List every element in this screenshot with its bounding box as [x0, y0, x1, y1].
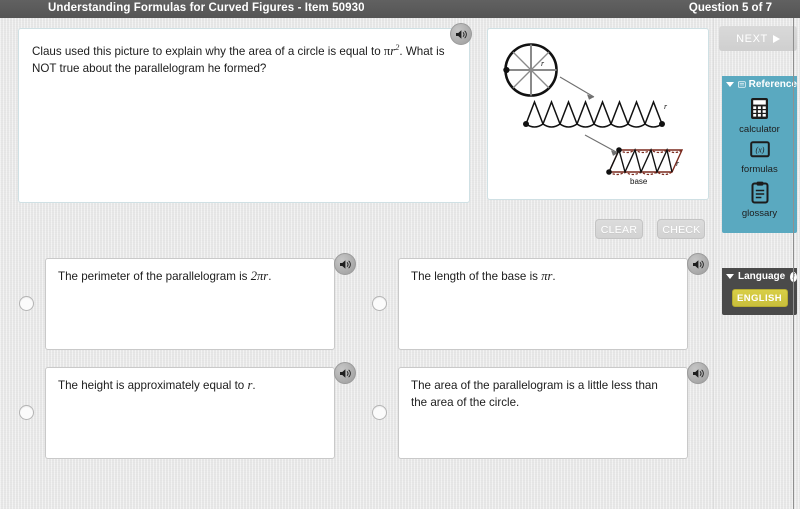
- formulas-icon: (x): [722, 141, 797, 163]
- option-a-math: 2πr: [250, 269, 269, 283]
- speaker-icon: [692, 368, 704, 378]
- app-header: Understanding Formulas for Curved Figure…: [0, 0, 800, 18]
- reference-items: calculator (x) formulas glossary: [722, 93, 797, 233]
- reference-item-glossary[interactable]: glossary: [722, 181, 797, 220]
- svg-text:(x): (x): [755, 145, 764, 154]
- language-english-button[interactable]: ENGLISH: [731, 289, 788, 307]
- option-c-text-1: The height is approximately equal to: [58, 379, 248, 392]
- right-edge-divider: [793, 18, 794, 509]
- radio-option-c[interactable]: [19, 405, 34, 420]
- language-panel-title: Language: [738, 271, 786, 282]
- next-button-label: NEXT: [736, 32, 768, 45]
- reference-item-glossary-label: glossary: [741, 208, 778, 219]
- reference-item-formulas-label: formulas: [741, 164, 778, 175]
- action-button-row: CLEAR CHECK: [595, 219, 706, 239]
- caret-down-icon: [726, 82, 734, 87]
- figure-circle: r: [503, 43, 558, 97]
- option-a-text-2: .: [268, 270, 272, 283]
- check-button[interactable]: CHECK: [657, 219, 706, 239]
- option-a-text-1: The perimeter of the parallelogram is: [58, 270, 251, 283]
- option-c-text-2: .: [252, 379, 256, 392]
- option-b-text-2: .: [552, 270, 556, 283]
- reference-panel: Reference calculator (x) formulas glossa…: [722, 76, 797, 233]
- reference-panel-header[interactable]: Reference: [722, 76, 797, 93]
- answer-option-a[interactable]: The perimeter of the parallelogram is 2π…: [45, 258, 335, 350]
- next-button[interactable]: NEXT: [719, 26, 797, 51]
- speaker-icon: [339, 368, 351, 378]
- question-stem-text: Claus used this picture to explain why t…: [32, 39, 456, 77]
- radio-option-b[interactable]: [372, 296, 387, 311]
- speaker-icon-option-b[interactable]: [687, 253, 709, 275]
- rail-divider-left: [713, 18, 714, 509]
- book-icon: [738, 81, 746, 88]
- page-title: Understanding Formulas for Curved Figure…: [48, 2, 365, 14]
- option-b-math: πr: [541, 269, 553, 283]
- option-b-text-1: The length of the base is: [411, 270, 542, 283]
- speaker-icon-option-a[interactable]: [334, 253, 356, 275]
- clear-button[interactable]: CLEAR: [595, 219, 643, 239]
- speaker-icon: [455, 29, 467, 39]
- stem-text-before: Claus used this picture to explain why t…: [32, 44, 384, 58]
- radio-option-a[interactable]: [19, 296, 34, 311]
- circle-to-parallelogram-diagram: r r r base: [503, 43, 684, 186]
- figure-panel: r r r base: [487, 28, 709, 200]
- answer-option-b-text: The length of the base is πr.: [411, 268, 673, 285]
- figure-arrow-1: [559, 76, 595, 98]
- question-counter: Question 5 of 7: [688, 2, 772, 14]
- question-stem-panel: Claus used this picture to explain why t…: [18, 28, 470, 203]
- answer-option-d[interactable]: The area of the parallelogram is a littl…: [398, 367, 688, 459]
- figure-label-base: base: [630, 177, 648, 186]
- speaker-icon: [339, 259, 351, 269]
- play-triangle-icon: [772, 34, 780, 43]
- radio-option-d[interactable]: [372, 405, 387, 420]
- speaker-icon-option-c[interactable]: [334, 362, 356, 384]
- reference-item-calculator[interactable]: calculator: [722, 97, 797, 136]
- answer-option-a-text: The perimeter of the parallelogram is 2π…: [58, 268, 320, 285]
- figure-arrow-2: [584, 134, 619, 154]
- speaker-icon-option-d[interactable]: [687, 362, 709, 384]
- language-panel-header[interactable]: Language i: [722, 268, 797, 285]
- language-panel: Language i ENGLISH: [722, 268, 797, 315]
- page-root: Understanding Formulas for Curved Figure…: [0, 0, 800, 509]
- reference-item-formulas[interactable]: (x) formulas: [722, 141, 797, 176]
- clipboard-icon: [722, 181, 797, 207]
- reference-panel-title: Reference: [748, 79, 797, 90]
- answer-option-c-text: The height is approximately equal to r.: [58, 377, 320, 394]
- calculator-icon: [722, 97, 797, 123]
- figure-label-r-parallelogram: r: [676, 159, 680, 168]
- speaker-icon: [692, 259, 704, 269]
- caret-down-icon: [726, 274, 734, 279]
- answer-option-d-text: The area of the parallelogram is a littl…: [411, 379, 658, 409]
- speaker-icon-stem[interactable]: [450, 23, 472, 45]
- answer-option-b[interactable]: The length of the base is πr.: [398, 258, 688, 350]
- figure-triangle-strip: r: [523, 99, 668, 128]
- figure-label-r-strip: r: [664, 102, 668, 111]
- answer-option-c[interactable]: The height is approximately equal to r.: [45, 367, 335, 459]
- figure-parallelogram: r base: [606, 147, 684, 186]
- reference-item-calculator-label: calculator: [739, 124, 780, 135]
